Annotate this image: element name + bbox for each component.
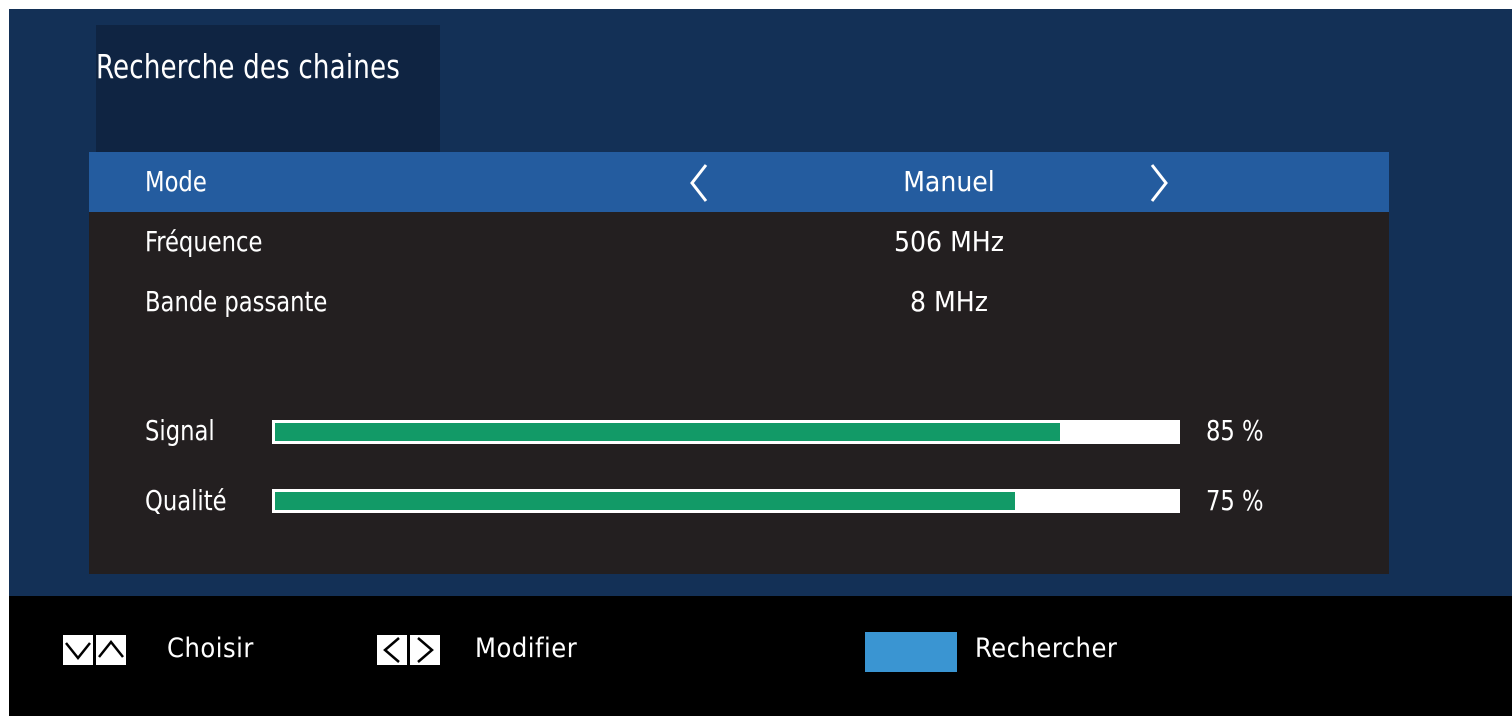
mode-value: Manuel (903, 165, 995, 198)
footer-hints: Choisir Modifier Rechercher (9, 596, 1512, 716)
chevron-up-icon (96, 635, 126, 665)
mode-label: Mode (145, 165, 207, 198)
mode-row[interactable]: Mode Manuel (89, 152, 1389, 212)
search-hint-label: Rechercher (975, 633, 1118, 664)
frequency-value: 506 MHz (894, 225, 1004, 258)
quality-label: Qualité (145, 484, 227, 517)
quality-meter (272, 489, 1180, 513)
channel-search-screen: Recherche des chaines Mode Manuel Fréque… (9, 9, 1512, 716)
page-title: Recherche des chaines (96, 47, 401, 86)
choose-hint-label: Choisir (167, 633, 254, 664)
bandwidth-row[interactable]: Bande passante 8 MHz (89, 272, 1389, 332)
signal-label: Signal (145, 414, 215, 447)
chevron-right-icon (410, 635, 440, 665)
quality-meter-fill (275, 492, 1015, 510)
bandwidth-label: Bande passante (145, 285, 328, 318)
frequency-label: Fréquence (145, 225, 263, 258)
settings-panel: Mode Manuel Fréquence 506 MHz Bande pass… (89, 152, 1389, 574)
signal-meter-fill (275, 423, 1060, 441)
bandwidth-value: 8 MHz (910, 285, 988, 318)
title-box (96, 25, 440, 152)
blue-key-icon (865, 632, 957, 672)
quality-value: 75 % (1206, 484, 1264, 517)
modify-hint-label: Modifier (475, 633, 578, 664)
signal-value: 85 % (1206, 414, 1264, 447)
frequency-row[interactable]: Fréquence 506 MHz (89, 212, 1389, 272)
signal-meter (272, 420, 1180, 444)
chevron-down-icon (63, 635, 93, 665)
chevron-left-icon (377, 635, 407, 665)
chevron-right-icon[interactable] (1147, 162, 1171, 204)
